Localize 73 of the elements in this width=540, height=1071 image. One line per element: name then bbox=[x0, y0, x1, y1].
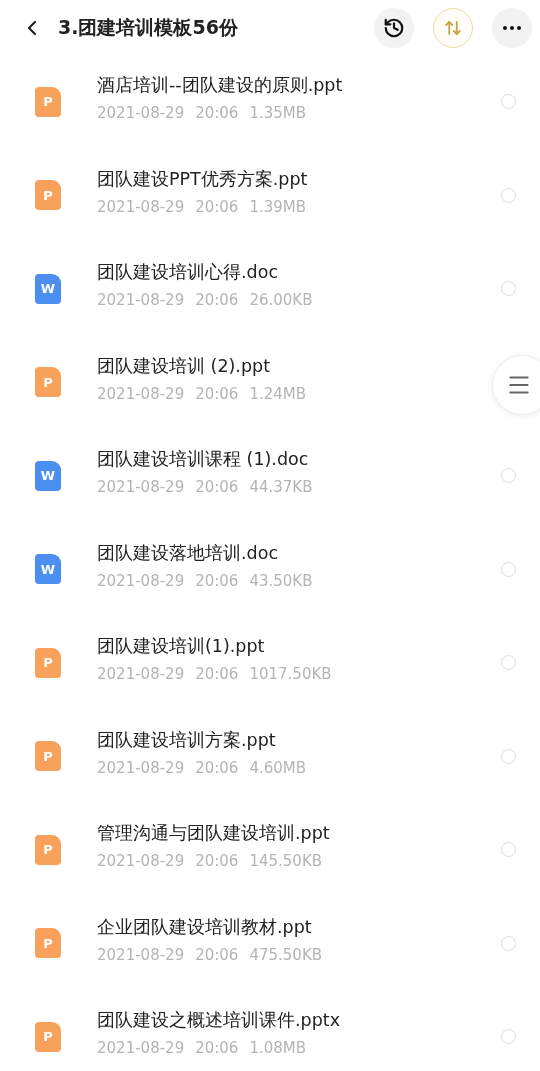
file-date: 2021-08-29 bbox=[97, 665, 185, 684]
file-time: 20:06 bbox=[195, 1039, 239, 1058]
file-time: 20:06 bbox=[195, 665, 239, 684]
file-size: 145.50KB bbox=[249, 852, 323, 871]
select-radio[interactable] bbox=[501, 935, 516, 951]
folder-title: 3.团建培训模板56份 bbox=[58, 14, 239, 40]
file-date: 2021-08-29 bbox=[97, 1039, 185, 1058]
file-time: 20:06 bbox=[195, 291, 239, 310]
file-date: 2021-08-29 bbox=[97, 478, 185, 497]
file-time: 20:06 bbox=[195, 758, 239, 777]
file-name: 团队建设落地培训.doc bbox=[97, 541, 279, 565]
file-time: 20:06 bbox=[195, 478, 239, 497]
file-name: 团队建设培训 (2).ppt bbox=[97, 354, 271, 378]
file-time: 20:06 bbox=[195, 852, 239, 871]
file-date: 2021-08-29 bbox=[97, 197, 185, 216]
file-time: 20:06 bbox=[195, 104, 239, 123]
file-icon: P bbox=[35, 647, 61, 678]
file-date: 2021-08-29 bbox=[97, 852, 185, 871]
select-radio[interactable] bbox=[501, 748, 516, 764]
history-icon bbox=[383, 16, 405, 39]
file-icon: P bbox=[35, 1021, 61, 1052]
sort-icon bbox=[444, 18, 462, 37]
file-date: 2021-08-29 bbox=[97, 291, 185, 310]
file-name: 团队建设培训心得.doc bbox=[97, 261, 279, 285]
file-size: 26.00KB bbox=[249, 291, 313, 310]
file-size: 1017.50KB bbox=[249, 665, 332, 684]
menu-handle[interactable] bbox=[492, 355, 540, 415]
file-time: 20:06 bbox=[195, 571, 239, 590]
file-size: 1.08MB bbox=[249, 1039, 307, 1058]
sort-button[interactable] bbox=[433, 7, 473, 48]
file-size: 1.35MB bbox=[249, 104, 307, 123]
file-date: 2021-08-29 bbox=[97, 758, 185, 777]
file-name: 团队建设培训课程 (1).doc bbox=[97, 448, 310, 472]
file-size: 1.39MB bbox=[249, 197, 307, 216]
file-name: 团队建设培训(1).ppt bbox=[97, 635, 266, 659]
file-size: 1.24MB bbox=[249, 384, 307, 403]
file-icon: W bbox=[35, 554, 61, 585]
file-date: 2021-08-29 bbox=[97, 571, 185, 590]
file-name: 企业团队建设培训教材.ppt bbox=[97, 915, 313, 939]
file-size: 475.50KB bbox=[249, 945, 323, 964]
file-icon: P bbox=[35, 928, 61, 959]
file-name: 团队建设培训方案.ppt bbox=[97, 728, 277, 752]
file-icon: W bbox=[35, 273, 61, 304]
select-radio[interactable] bbox=[501, 468, 516, 484]
select-radio[interactable] bbox=[501, 1029, 516, 1045]
file-icon: P bbox=[35, 86, 61, 117]
file-date: 2021-08-29 bbox=[97, 104, 185, 123]
file-size: 43.50KB bbox=[249, 571, 313, 590]
file-icon: P bbox=[35, 180, 61, 211]
more-button[interactable] bbox=[492, 7, 532, 48]
file-name: 团队建设之概述培训课件.pptx bbox=[97, 1009, 341, 1033]
history-button[interactable] bbox=[374, 7, 414, 48]
file-time: 20:06 bbox=[195, 945, 239, 964]
file-icon: W bbox=[35, 460, 61, 491]
select-radio[interactable] bbox=[501, 281, 516, 297]
file-icon: P bbox=[35, 741, 61, 772]
select-radio[interactable] bbox=[501, 842, 516, 858]
file-size: 44.37KB bbox=[249, 478, 313, 497]
file-icon: P bbox=[35, 367, 61, 398]
select-radio[interactable] bbox=[501, 561, 516, 577]
file-date: 2021-08-29 bbox=[97, 945, 185, 964]
file-name: 管理沟通与团队建设培训.ppt bbox=[97, 822, 331, 846]
file-time: 20:06 bbox=[195, 384, 239, 403]
file-time: 20:06 bbox=[195, 197, 239, 216]
file-name: 团队建设PPT优秀方案.ppt bbox=[97, 167, 309, 191]
file-icon: P bbox=[35, 834, 61, 865]
file-name: 酒店培训--团队建设的原则.ppt bbox=[97, 74, 344, 98]
file-size: 4.60MB bbox=[249, 758, 307, 777]
file-date: 2021-08-29 bbox=[97, 384, 185, 403]
select-radio[interactable] bbox=[501, 655, 516, 671]
more-icon bbox=[503, 25, 521, 30]
select-radio[interactable] bbox=[501, 94, 516, 110]
select-radio[interactable] bbox=[501, 187, 516, 203]
